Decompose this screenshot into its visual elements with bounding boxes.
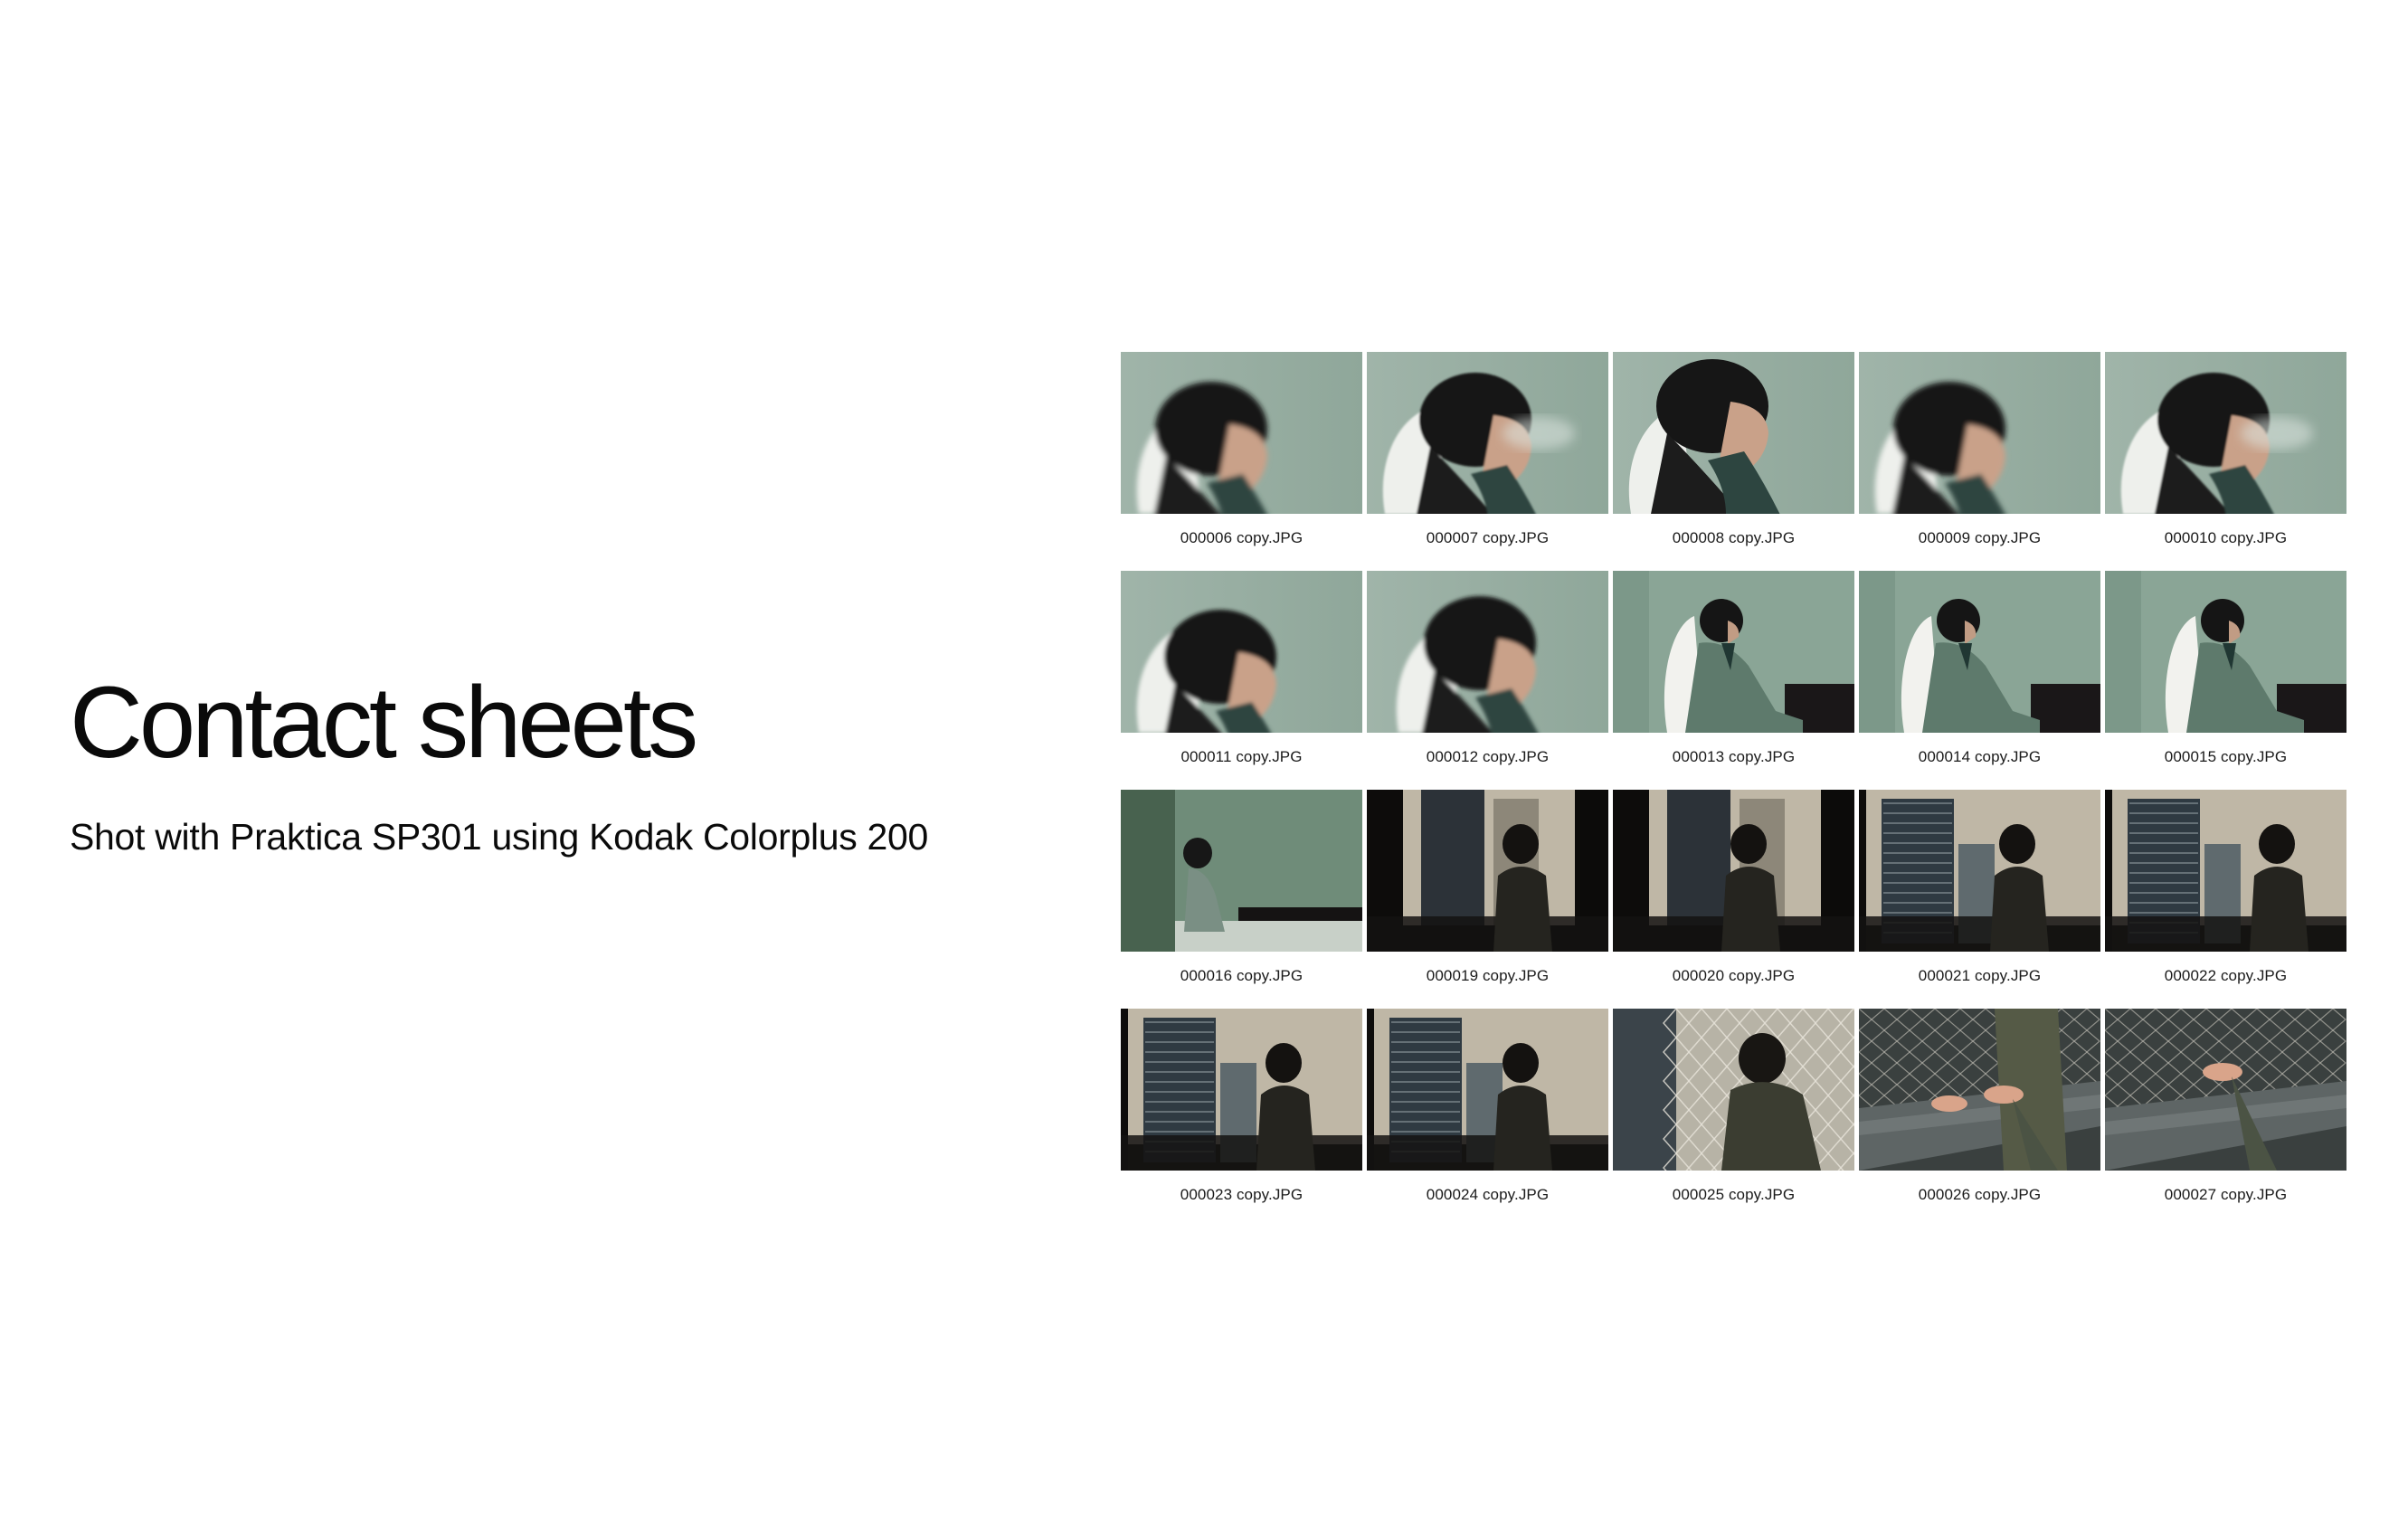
frame-filename: 000011 copy.JPG bbox=[1180, 748, 1303, 765]
contact-frame[interactable]: 000008 copy.JPG bbox=[1613, 352, 1854, 571]
frame-filename: 000023 copy.JPG bbox=[1180, 1186, 1304, 1203]
contact-frame[interactable]: 000012 copy.JPG bbox=[1367, 571, 1608, 790]
frame-filename: 000024 copy.JPG bbox=[1426, 1186, 1550, 1203]
frame-thumbnail[interactable] bbox=[2105, 571, 2346, 733]
contact-frame[interactable]: 000014 copy.JPG bbox=[1859, 571, 2100, 790]
frame-thumbnail[interactable] bbox=[1859, 790, 2100, 952]
frame-filename: 000006 copy.JPG bbox=[1180, 529, 1304, 546]
contact-frame[interactable]: 000020 copy.JPG bbox=[1613, 790, 1854, 1009]
contact-frame[interactable]: 000010 copy.JPG bbox=[2105, 352, 2346, 571]
contact-frame[interactable]: 000011 copy.JPG bbox=[1121, 571, 1362, 790]
contact-frame[interactable]: 000022 copy.JPG bbox=[2105, 790, 2346, 1009]
frame-filename: 000027 copy.JPG bbox=[2164, 1186, 2288, 1203]
frame-thumbnail[interactable] bbox=[1613, 352, 1854, 514]
frame-thumbnail[interactable] bbox=[1121, 352, 1362, 514]
contact-frame[interactable]: 000016 copy.JPG bbox=[1121, 790, 1362, 1009]
contact-frame[interactable]: 000019 copy.JPG bbox=[1367, 790, 1608, 1009]
contact-frame[interactable]: 000013 copy.JPG bbox=[1613, 571, 1854, 790]
frame-filename: 000013 copy.JPG bbox=[1672, 748, 1796, 765]
frame-thumbnail[interactable] bbox=[2105, 352, 2346, 514]
intro-block: Contact sheets Shot with Praktica SP301 … bbox=[70, 669, 1065, 858]
frame-thumbnail[interactable] bbox=[1121, 790, 1362, 952]
frame-filename: 000019 copy.JPG bbox=[1426, 967, 1550, 984]
contact-frame[interactable]: 000015 copy.JPG bbox=[2105, 571, 2346, 790]
frame-thumbnail[interactable] bbox=[1121, 571, 1362, 733]
contact-frame[interactable]: 000026 copy.JPG bbox=[1859, 1009, 2100, 1228]
frame-thumbnail[interactable] bbox=[1121, 1009, 1362, 1171]
frame-filename: 000010 copy.JPG bbox=[2164, 529, 2288, 546]
page-subtitle: Shot with Praktica SP301 using Kodak Col… bbox=[70, 815, 929, 858]
frame-filename: 000022 copy.JPG bbox=[2164, 967, 2288, 984]
frame-thumbnail[interactable] bbox=[1613, 571, 1854, 733]
contact-frame[interactable]: 000027 copy.JPG bbox=[2105, 1009, 2346, 1228]
contact-frame[interactable]: 000025 copy.JPG bbox=[1613, 1009, 1854, 1228]
frame-thumbnail[interactable] bbox=[2105, 790, 2346, 952]
frame-filename: 000009 copy.JPG bbox=[1918, 529, 2042, 546]
contact-frame[interactable]: 000021 copy.JPG bbox=[1859, 790, 2100, 1009]
frame-thumbnail[interactable] bbox=[1367, 571, 1608, 733]
frame-filename: 000007 copy.JPG bbox=[1426, 529, 1550, 546]
frame-thumbnail[interactable] bbox=[1859, 1009, 2100, 1171]
contact-sheet-grid: 000006 copy.JPG 000007 copy.JPG 000008 c… bbox=[1121, 352, 2346, 1228]
frame-thumbnail[interactable] bbox=[1859, 352, 2100, 514]
frame-thumbnail[interactable] bbox=[1367, 352, 1608, 514]
frame-filename: 000008 copy.JPG bbox=[1672, 529, 1796, 546]
frame-thumbnail[interactable] bbox=[1859, 571, 2100, 733]
frame-filename: 000014 copy.JPG bbox=[1918, 748, 2042, 765]
frame-filename: 000025 copy.JPG bbox=[1672, 1186, 1796, 1203]
frame-filename: 000012 copy.JPG bbox=[1426, 748, 1550, 765]
frame-thumbnail[interactable] bbox=[2105, 1009, 2346, 1171]
contact-frame[interactable]: 000024 copy.JPG bbox=[1367, 1009, 1608, 1228]
contact-frame[interactable]: 000006 copy.JPG bbox=[1121, 352, 1362, 571]
contact-frame[interactable]: 000023 copy.JPG bbox=[1121, 1009, 1362, 1228]
page-title: Contact sheets bbox=[70, 666, 698, 779]
contact-frame[interactable]: 000009 copy.JPG bbox=[1859, 352, 2100, 571]
frame-filename: 000020 copy.JPG bbox=[1672, 967, 1796, 984]
frame-thumbnail[interactable] bbox=[1367, 1009, 1608, 1171]
frame-thumbnail[interactable] bbox=[1367, 790, 1608, 952]
frame-thumbnail[interactable] bbox=[1613, 1009, 1854, 1171]
frame-filename: 000015 copy.JPG bbox=[2164, 748, 2288, 765]
frame-filename: 000016 copy.JPG bbox=[1180, 967, 1304, 984]
frame-thumbnail[interactable] bbox=[1613, 790, 1854, 952]
frame-filename: 000021 copy.JPG bbox=[1918, 967, 2042, 984]
frame-filename: 000026 copy.JPG bbox=[1918, 1186, 2042, 1203]
contact-frame[interactable]: 000007 copy.JPG bbox=[1367, 352, 1608, 571]
